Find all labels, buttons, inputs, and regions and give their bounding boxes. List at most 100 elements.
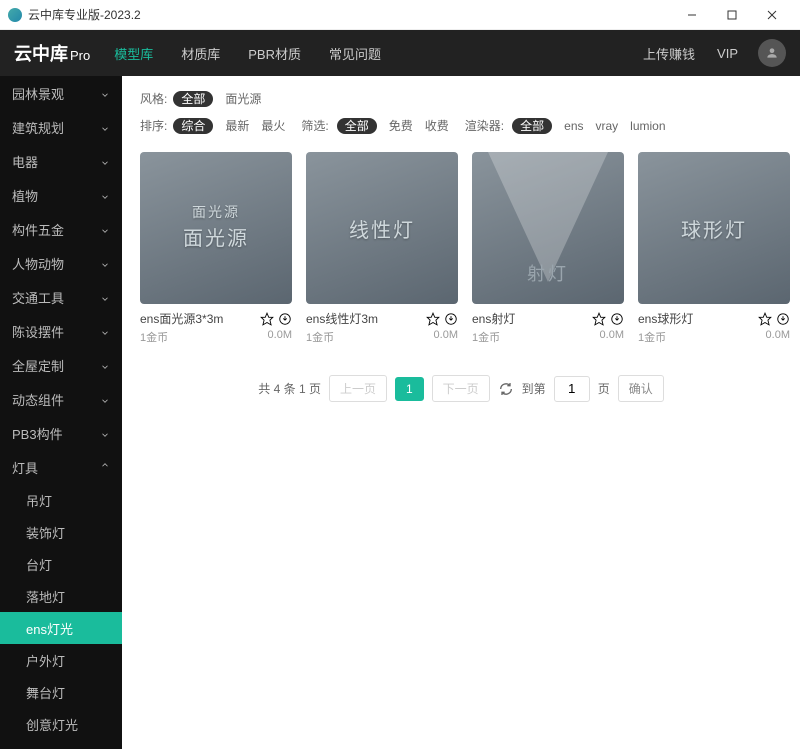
pager-confirm[interactable]: 确认 [618, 375, 664, 402]
chevron-down-icon [100, 394, 110, 404]
card-title: ens射灯 [472, 310, 588, 327]
sidebar-item-0[interactable]: 园林景观 [0, 76, 122, 110]
nav-item-3[interactable]: 常见问题 [329, 44, 381, 63]
top-nav: 云中库Pro 模型库 材质库 PBR材质 常见问题 上传赚钱 VIP [0, 30, 800, 76]
filter-sort-opt-1[interactable]: 最新 [225, 119, 249, 133]
minimize-button[interactable] [672, 0, 712, 30]
close-button[interactable] [752, 0, 792, 30]
filter-renderer-opt-3[interactable]: lumion [630, 119, 665, 133]
filter-renderer-label: 渲染器: [465, 117, 504, 134]
sidebar-item-11[interactable]: 灯具 [0, 450, 122, 484]
card-price: 1金币 [638, 329, 666, 345]
card-thumbnail[interactable]: 线性灯 [306, 152, 458, 304]
favorite-icon[interactable] [426, 312, 440, 326]
asset-card-2[interactable]: 射灯ens射灯1金币0.0M [472, 152, 624, 345]
thumb-label: 射灯 [527, 260, 569, 286]
sidebar-subitem-11-2[interactable]: 台灯 [0, 548, 122, 580]
chevron-down-icon [100, 292, 110, 302]
sidebar-item-label: 动态组件 [12, 390, 64, 409]
sidebar[interactable]: 园林景观建筑规划电器植物构件五金人物动物交通工具陈设摆件全屋定制动态组件 PB3构… [0, 76, 122, 749]
card-title: ens线性灯3m [306, 310, 422, 327]
card-thumbnail[interactable]: 球形灯 [638, 152, 790, 304]
nav-item-2[interactable]: PBR材质 [248, 44, 301, 63]
asset-card-1[interactable]: 线性灯ens线性灯3m1金币0.0M [306, 152, 458, 345]
pagination: 共 4 条 1 页 上一页 1 下一页 到第 页 确认 [140, 375, 782, 402]
sidebar-item-6[interactable]: 交通工具 [0, 280, 122, 314]
nav-item-1[interactable]: 材质库 [181, 44, 220, 63]
filter-select-opt-1[interactable]: 免费 [389, 119, 413, 133]
favorite-icon[interactable] [592, 312, 606, 326]
pager-page-unit: 页 [598, 380, 610, 397]
thumb-label: 面光源 [192, 202, 240, 222]
download-icon[interactable] [610, 312, 624, 326]
sidebar-item-label: 植物 [12, 186, 38, 205]
filter-renderer-opt-1[interactable]: ens [564, 119, 583, 133]
filter-style-opt-1[interactable]: 面光源 [225, 92, 261, 106]
chevron-down-icon [100, 428, 110, 438]
refresh-icon[interactable] [498, 381, 514, 397]
filter-bar: 风格: 全部面光源 排序: 综合最新最火 筛选: 全部免费收费 渲染器: 全部e… [140, 90, 782, 134]
favorite-icon[interactable] [260, 312, 274, 326]
nav-right-0[interactable]: 上传赚钱 [643, 44, 695, 63]
chevron-down-icon [100, 326, 110, 336]
pager-page-1[interactable]: 1 [395, 377, 424, 401]
filter-sort-label: 排序: [140, 117, 167, 134]
filter-renderer-opt-0[interactable]: 全部 [512, 118, 552, 134]
thumb-label: 球形灯 [681, 214, 747, 243]
user-avatar[interactable] [758, 39, 786, 67]
asset-card-3[interactable]: 球形灯ens球形灯1金币0.0M [638, 152, 790, 345]
card-title: ens面光源3*3m [140, 310, 256, 327]
filter-style-opt-0[interactable]: 全部 [173, 91, 213, 107]
chevron-down-icon [100, 156, 110, 166]
sidebar-item-5[interactable]: 人物动物 [0, 246, 122, 280]
download-icon[interactable] [776, 312, 790, 326]
sidebar-item-1[interactable]: 建筑规划 [0, 110, 122, 144]
filter-select-label: 筛选: [301, 117, 328, 134]
card-size: 0.0M [434, 329, 458, 345]
asset-card-0[interactable]: 面光源面光源 ens面光源3*3m 1金币 0.0M [140, 152, 292, 345]
download-icon[interactable] [278, 312, 292, 326]
chevron-down-icon [100, 224, 110, 234]
titlebar: 云中库专业版-2023.2 [0, 0, 800, 30]
pager-goto-input[interactable] [554, 376, 590, 402]
card-thumbnail[interactable]: 面光源面光源 [140, 152, 292, 304]
window-title: 云中库专业版-2023.2 [28, 6, 672, 23]
sidebar-subitem-11-5[interactable]: 户外灯 [0, 644, 122, 676]
filter-select-opt-2[interactable]: 收费 [425, 119, 449, 133]
filter-renderer-opt-2[interactable]: vray [596, 119, 619, 133]
sidebar-item-3[interactable]: 植物 [0, 178, 122, 212]
sidebar-item-2[interactable]: 电器 [0, 144, 122, 178]
pager-summary: 共 4 条 1 页 [258, 380, 321, 397]
sidebar-item-4[interactable]: 构件五金 [0, 212, 122, 246]
sidebar-item-8[interactable]: 全屋定制 [0, 348, 122, 382]
card-size: 0.0M [268, 329, 292, 345]
favorite-icon[interactable] [758, 312, 772, 326]
card-price: 1金币 [140, 329, 168, 345]
sidebar-subitem-11-0[interactable]: 吊灯 [0, 484, 122, 516]
sidebar-item-label: 建筑规划 [12, 118, 64, 137]
sidebar-subitem-11-7[interactable]: 创意灯光 [0, 708, 122, 740]
nav-item-0[interactable]: 模型库 [114, 44, 153, 63]
pager-prev[interactable]: 上一页 [329, 375, 387, 402]
chevron-down-icon [100, 360, 110, 370]
sidebar-subitem-11-3[interactable]: 落地灯 [0, 580, 122, 612]
sidebar-item-7[interactable]: 陈设摆件 [0, 314, 122, 348]
brand: 云中库Pro [14, 40, 90, 66]
card-size: 0.0M [766, 329, 790, 345]
pager-next[interactable]: 下一页 [432, 375, 490, 402]
sidebar-subitem-11-6[interactable]: 舞台灯 [0, 676, 122, 708]
sidebar-item-label: PB3构件 [12, 424, 63, 443]
card-thumbnail[interactable]: 射灯 [472, 152, 624, 304]
nav-right-1[interactable]: VIP [717, 46, 738, 61]
sidebar-item-label: 电器 [12, 152, 38, 171]
sidebar-subitem-11-1[interactable]: 装饰灯 [0, 516, 122, 548]
sidebar-subitem-11-4[interactable]: ens灯光 [0, 612, 122, 644]
sidebar-item-10[interactable]: PB3构件 [0, 416, 122, 450]
filter-sort-opt-0[interactable]: 综合 [173, 118, 213, 134]
sidebar-item-9[interactable]: 动态组件 [0, 382, 122, 416]
maximize-button[interactable] [712, 0, 752, 30]
download-icon[interactable] [444, 312, 458, 326]
filter-select-opt-0[interactable]: 全部 [337, 118, 377, 134]
chevron-down-icon [100, 462, 110, 472]
filter-sort-opt-2[interactable]: 最火 [261, 119, 285, 133]
